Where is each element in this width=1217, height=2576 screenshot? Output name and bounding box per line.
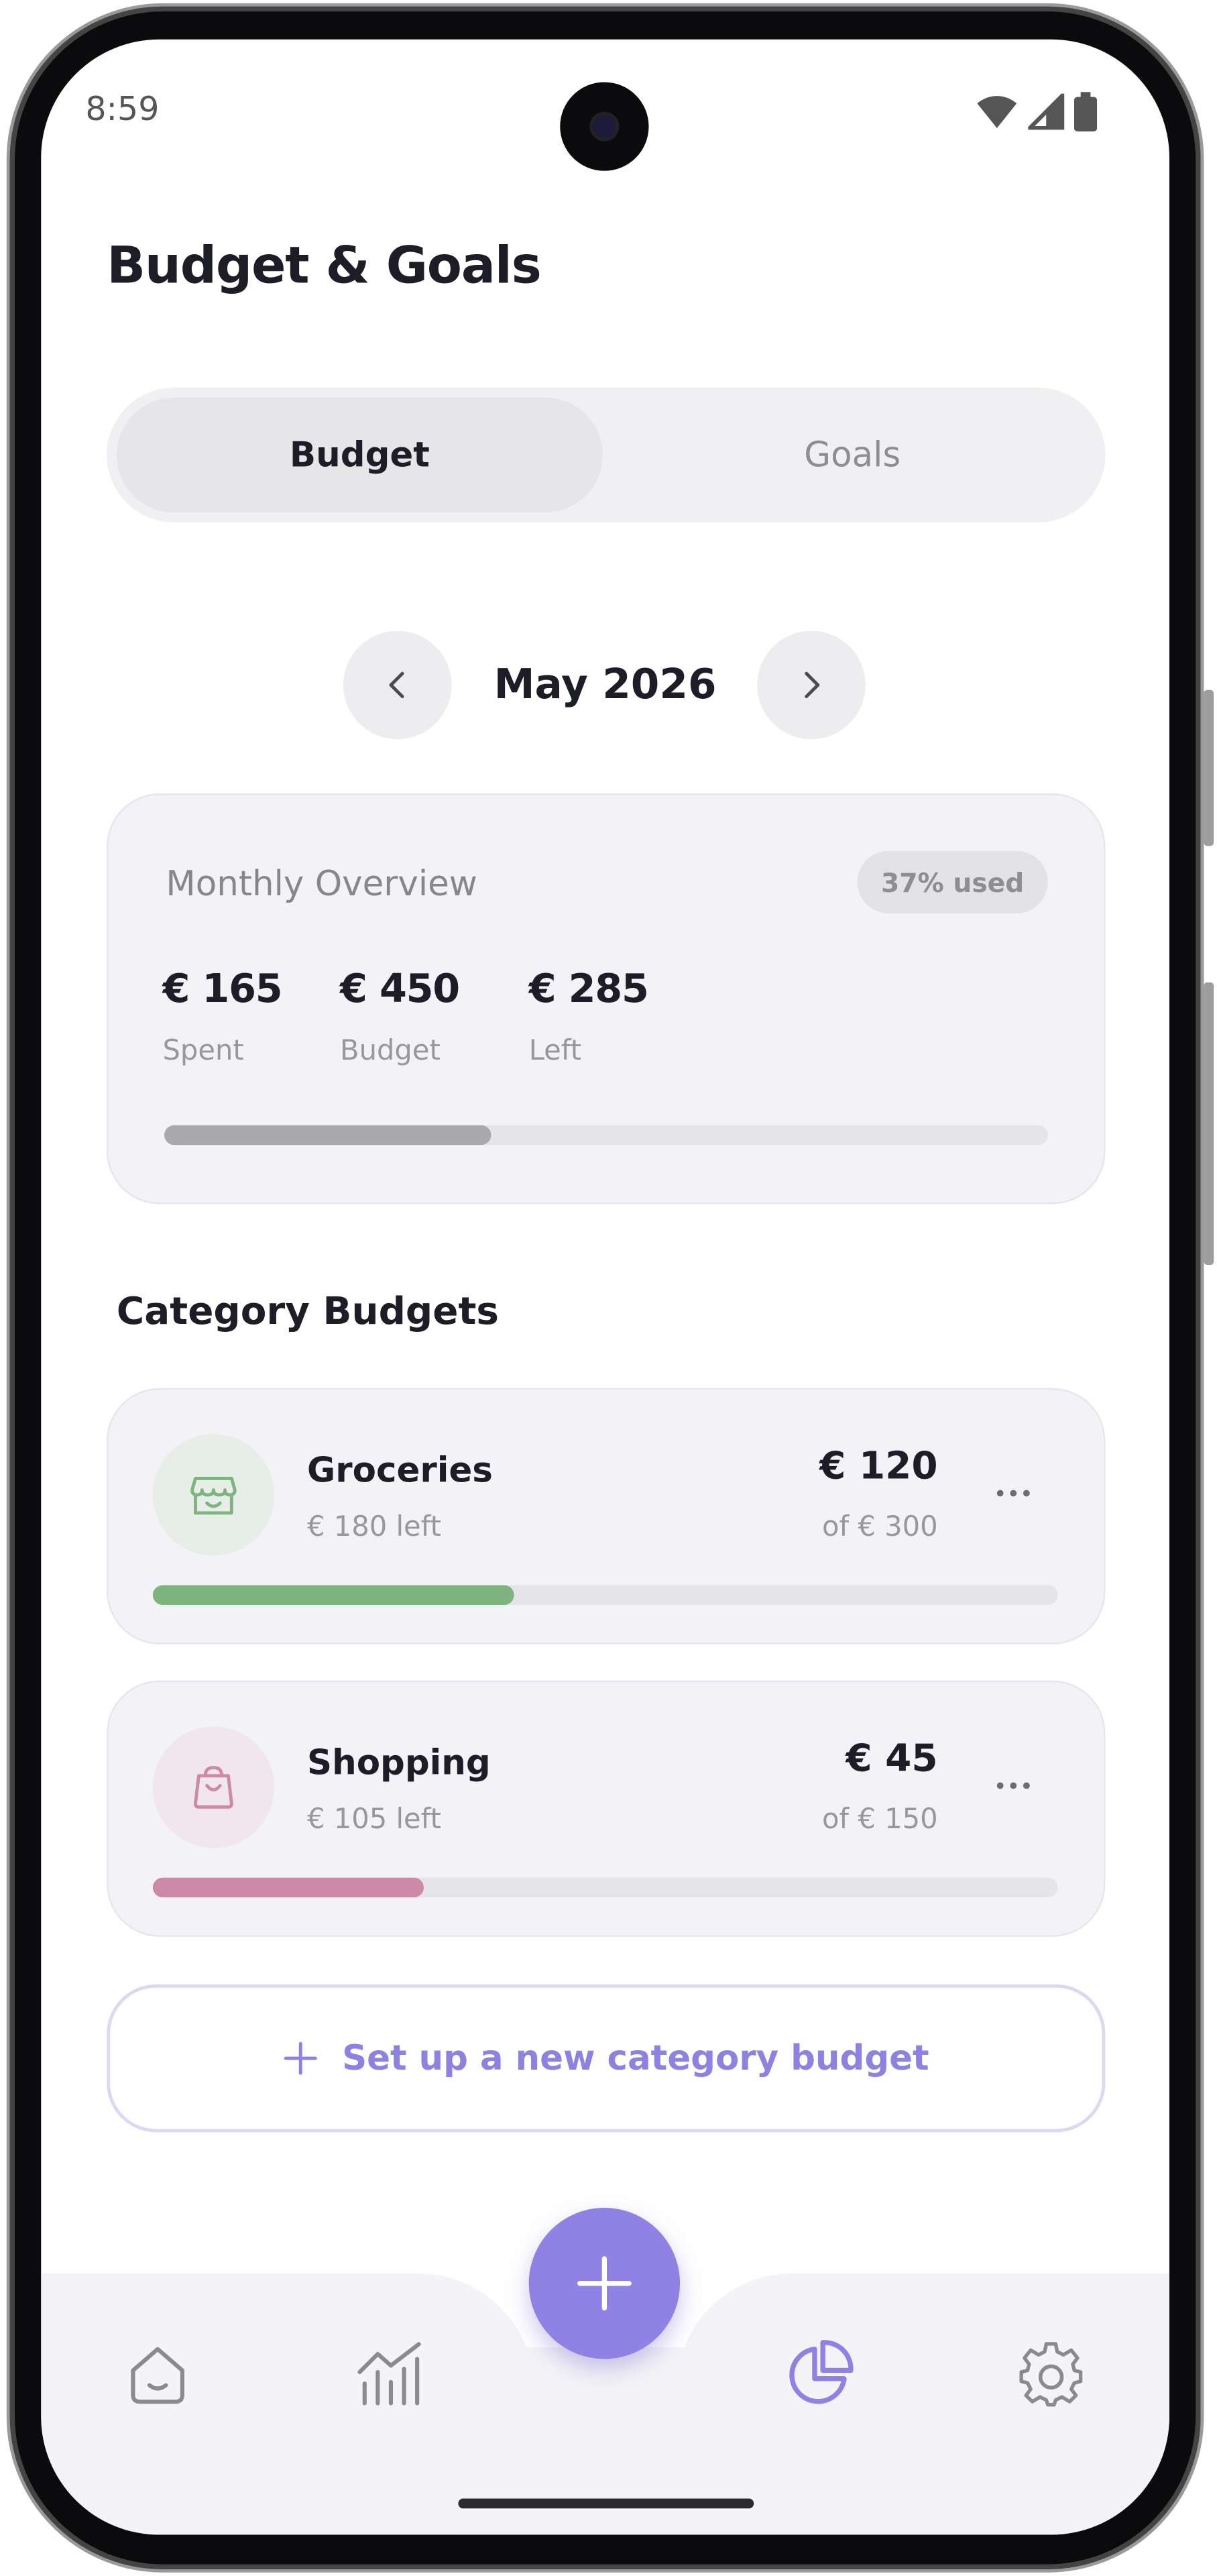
next-month-button[interactable] (757, 630, 866, 740)
more-dot (996, 1782, 1004, 1789)
volume-button (1204, 982, 1214, 1266)
budget-label: Budget (340, 1035, 441, 1068)
shopping-bag-icon (194, 1766, 233, 1809)
monthly-overview-card: Monthly Overview 37% used € 165 Spent € … (107, 793, 1106, 1205)
category-remaining: € 180 left (307, 1511, 441, 1545)
section-title: Category Budgets (116, 1291, 499, 1334)
spent-value: € 165 (162, 966, 282, 1012)
category-progress-fill (152, 1877, 424, 1898)
plus-icon (284, 2041, 318, 2075)
home-indicator (458, 2498, 754, 2509)
front-camera (560, 82, 649, 171)
overview-title: Monthly Overview (166, 864, 477, 904)
home-icon (131, 2347, 184, 2404)
plus-icon (577, 2256, 632, 2311)
budget-value: € 450 (340, 966, 460, 1012)
category-remaining: € 105 left (307, 1803, 441, 1837)
category-limit: of € 150 (822, 1803, 938, 1837)
new-category-label: Set up a new category budget (342, 2038, 929, 2078)
nav-budget[interactable] (782, 2336, 858, 2412)
nav-home[interactable] (120, 2336, 196, 2412)
more-options-button[interactable] (986, 1761, 1041, 1810)
overview-progress-bar (164, 1125, 1048, 1145)
page-title: Budget & Goals (107, 236, 542, 296)
chart-icon (357, 2342, 421, 2406)
category-spent: € 120 (819, 1445, 938, 1489)
more-dot (1010, 1490, 1017, 1497)
category-card-shopping[interactable]: Shopping € 105 left € 45 of € 150 (107, 1680, 1106, 1937)
settings-icon (1019, 2342, 1083, 2407)
category-icon-container (152, 1434, 275, 1556)
category-progress-bar (152, 1877, 1058, 1898)
category-icon-container (152, 1726, 275, 1848)
more-dot (996, 1490, 1004, 1497)
battery-icon (1074, 92, 1098, 131)
more-options-button[interactable] (986, 1469, 1041, 1518)
category-spent: € 45 (846, 1738, 938, 1781)
tab-budget[interactable]: Budget (116, 397, 603, 513)
signal-icon (1028, 93, 1065, 130)
overview-progress-fill (164, 1125, 491, 1145)
left-value: € 285 (528, 966, 649, 1012)
category-progress-fill (152, 1585, 515, 1606)
more-dot (1010, 1782, 1017, 1789)
left-stat: € 285 Left (528, 966, 649, 1068)
system-icons (976, 92, 1098, 131)
current-month: May 2026 (494, 660, 717, 708)
spent-label: Spent (162, 1035, 244, 1068)
new-category-budget-button[interactable]: Set up a new category budget (107, 1984, 1106, 2133)
power-button (1204, 689, 1214, 846)
category-limit: of € 300 (822, 1511, 938, 1545)
pie-chart-icon (789, 2340, 854, 2404)
status-time: 8:59 (85, 89, 160, 129)
month-selector: May 2026 (41, 630, 1169, 740)
budget-stat: € 450 Budget (340, 966, 460, 1068)
left-label: Left (528, 1035, 582, 1068)
category-card-groceries[interactable]: Groceries € 180 left € 120 of € 300 (107, 1388, 1106, 1644)
category-name: Shopping (307, 1742, 491, 1783)
more-dot (1023, 1490, 1030, 1497)
store-icon (190, 1477, 237, 1515)
category-name: Groceries (307, 1450, 493, 1490)
nav-settings[interactable] (1013, 2336, 1089, 2412)
usage-badge: 37% used (857, 850, 1048, 913)
tab-goals[interactable]: Goals (610, 398, 1096, 512)
app-screen: 8:59 Budget & Goals Budget Goals May 202… (41, 39, 1169, 2535)
nav-statistics[interactable] (351, 2336, 427, 2412)
more-dot (1023, 1782, 1030, 1789)
chevron-right-icon (805, 671, 820, 698)
spent-stat: € 165 Spent (162, 966, 282, 1068)
category-progress-bar (152, 1585, 1058, 1606)
view-switcher: Budget Goals (107, 388, 1106, 522)
status-bar: 8:59 (41, 40, 1169, 181)
add-transaction-button[interactable] (528, 2207, 681, 2359)
wifi-icon (977, 96, 1017, 129)
